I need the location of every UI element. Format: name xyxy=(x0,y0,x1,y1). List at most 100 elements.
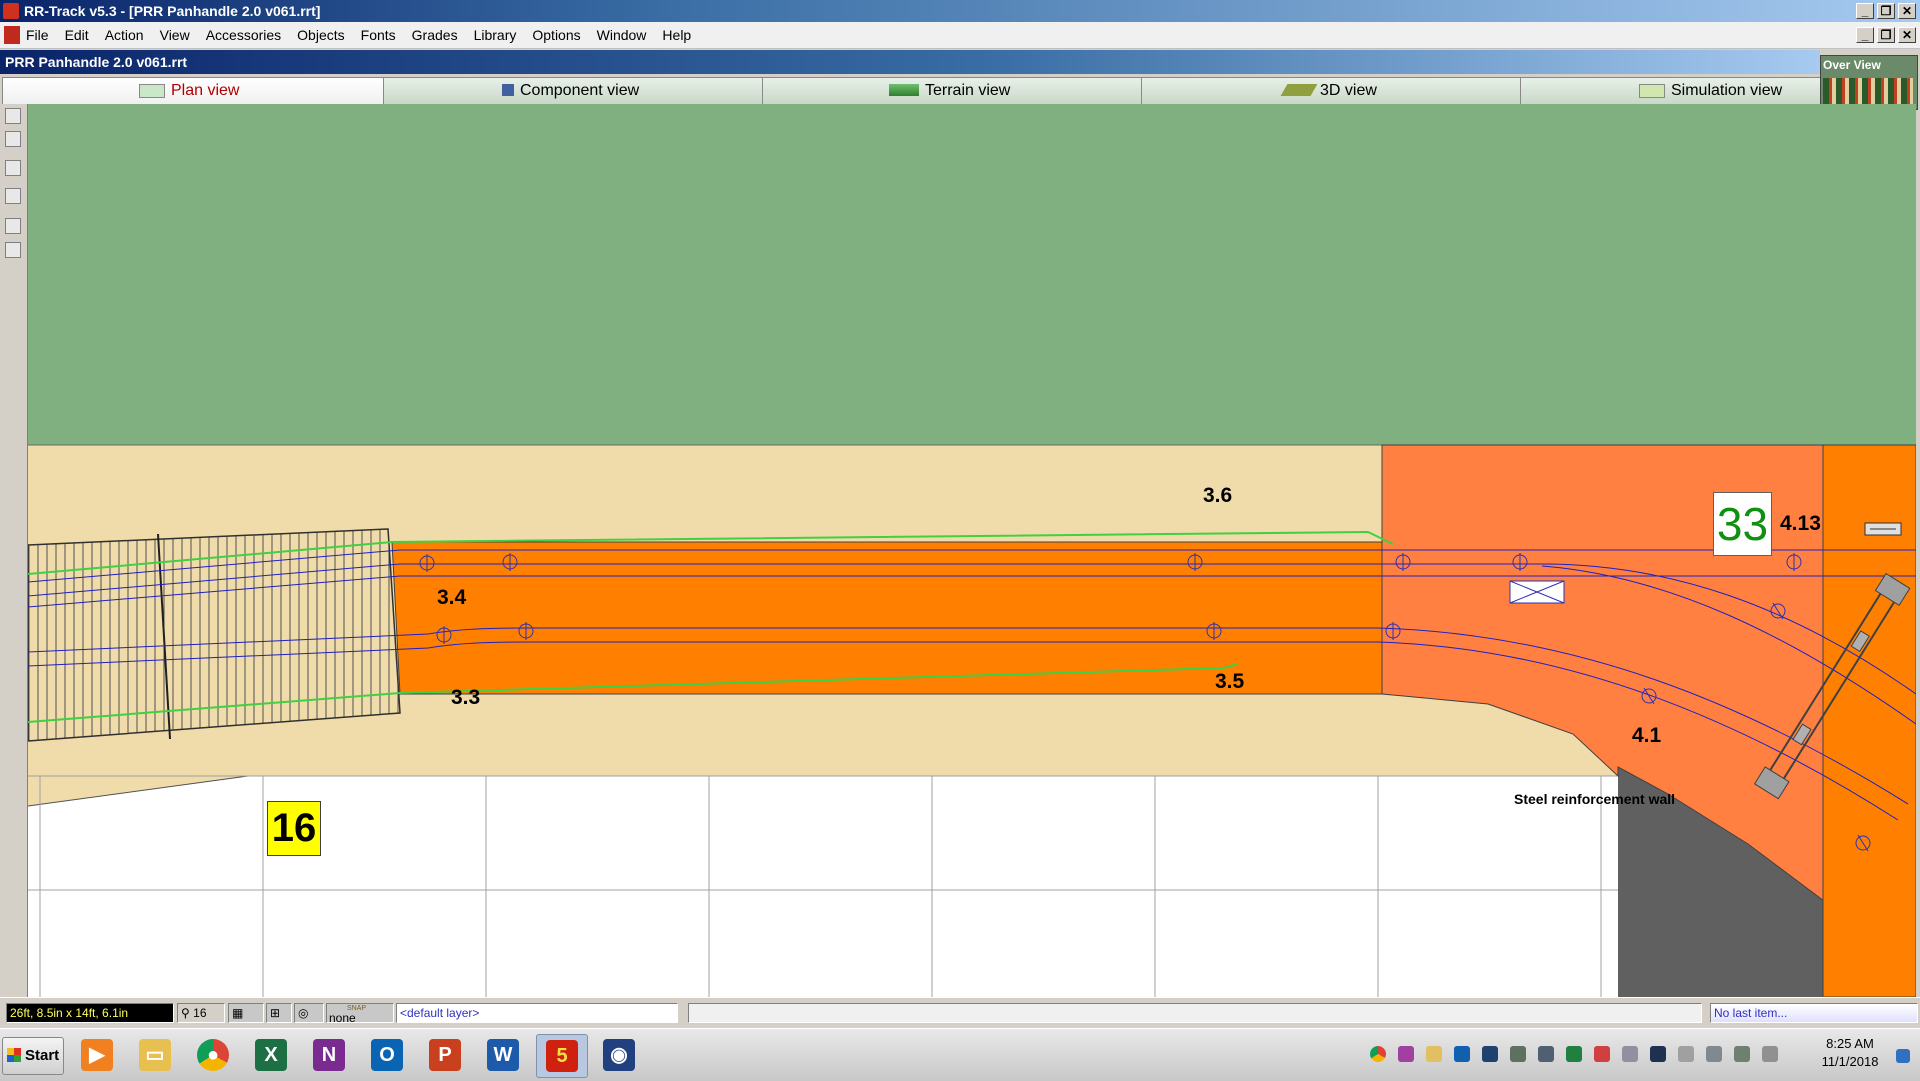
menu-options[interactable]: Options xyxy=(532,27,580,43)
track-label-3-3: 3.3 xyxy=(451,686,481,709)
minimize-button[interactable]: _ xyxy=(1856,3,1874,19)
menu-edit[interactable]: Edit xyxy=(65,27,89,43)
terrain-view-icon xyxy=(889,84,919,96)
overview-panel[interactable]: Over View xyxy=(1820,55,1918,110)
tab-component-view[interactable]: Component view xyxy=(383,77,775,104)
last-item[interactable]: No last item... xyxy=(1710,1003,1918,1023)
taskbar-file-explorer[interactable]: ▭ xyxy=(130,1034,180,1076)
grid-toggle-icon[interactable]: ▦ xyxy=(228,1003,264,1023)
snap-selector[interactable]: SNAP none xyxy=(326,1003,394,1023)
section-number-33[interactable]: 33 xyxy=(1713,492,1772,556)
snap-value: none xyxy=(329,1011,356,1023)
track-label-4-13: 4.13 xyxy=(1780,512,1821,535)
tray-network-icon[interactable] xyxy=(1510,1046,1526,1062)
tray-security-icon[interactable] xyxy=(1594,1046,1610,1062)
simulation-view-icon xyxy=(1639,84,1665,98)
plan-view-icon xyxy=(139,84,165,98)
tray-volume-icon[interactable] xyxy=(1762,1046,1778,1062)
folder-icon: ▭ xyxy=(139,1039,171,1071)
doc-minimize-button[interactable]: _ xyxy=(1856,27,1874,43)
document-icon[interactable] xyxy=(4,26,20,44)
zoom-window-icon[interactable] xyxy=(5,131,21,147)
taskbar-snipping-tool[interactable]: ◉ xyxy=(594,1034,644,1076)
menu-fonts[interactable]: Fonts xyxy=(361,27,396,43)
layout-drawing[interactable] xyxy=(28,104,1916,997)
rr-track-icon: 5 xyxy=(546,1040,578,1072)
excel-icon: X xyxy=(255,1039,287,1071)
tray-onenote-icon[interactable] xyxy=(1398,1046,1414,1062)
taskbar-chrome[interactable]: ● xyxy=(188,1034,238,1076)
restore-button[interactable]: ❐ xyxy=(1877,3,1895,19)
tray-camera-icon[interactable] xyxy=(1482,1046,1498,1062)
document-title: PRR Panhandle 2.0 v061.rrt xyxy=(5,54,188,70)
tray-message-icon[interactable] xyxy=(1622,1046,1638,1062)
tray-outlook-icon[interactable] xyxy=(1454,1046,1470,1062)
taskbar-powerpoint[interactable]: P xyxy=(420,1034,470,1076)
menu-action[interactable]: Action xyxy=(105,27,144,43)
zoom-value: 16 xyxy=(193,1006,207,1020)
track-label-4-1: 4.1 xyxy=(1632,724,1662,747)
zoom-extent-icon[interactable] xyxy=(5,108,21,124)
track-label-3-6: 3.6 xyxy=(1203,484,1233,507)
snap-toggle-icon[interactable]: ⊞ xyxy=(266,1003,292,1023)
taskbar-media-player[interactable]: ▶ xyxy=(72,1034,122,1076)
track-label-3-4: 3.4 xyxy=(437,586,467,609)
tray-wifi-icon[interactable] xyxy=(1734,1046,1750,1062)
layers-icon[interactable] xyxy=(5,218,21,234)
menu-library[interactable]: Library xyxy=(474,27,517,43)
tab-3d-view[interactable]: 3D view xyxy=(1141,77,1533,104)
menu-grades[interactable]: Grades xyxy=(412,27,458,43)
view-tabs: Plan view Component view Terrain view 3D… xyxy=(0,75,1822,104)
clock[interactable]: 8:25 AM 11/1/2018 xyxy=(1810,1035,1890,1071)
taskbar-excel[interactable]: X xyxy=(246,1034,296,1076)
overview-map[interactable] xyxy=(1823,78,1913,106)
doc-close-button[interactable]: ✕ xyxy=(1898,27,1916,43)
document-title-bar: PRR Panhandle 2.0 v061.rrt xyxy=(0,50,1820,74)
section-number-16[interactable]: 16 xyxy=(267,801,321,856)
tray-display-icon[interactable] xyxy=(1650,1046,1666,1062)
menu-window[interactable]: Window xyxy=(597,27,647,43)
menu-accessories[interactable]: Accessories xyxy=(206,27,281,43)
taskbar-word[interactable]: W xyxy=(478,1034,528,1076)
tray-printer-icon[interactable] xyxy=(1706,1046,1722,1062)
menu-bar: File Edit Action View Accessories Object… xyxy=(0,22,1920,49)
window-title-bar: RR-Track v5.3 - [PRR Panhandle 2.0 v061.… xyxy=(0,0,1920,22)
taskbar-rr-track[interactable]: 5 xyxy=(536,1034,588,1078)
rolling-stock xyxy=(1864,522,1902,536)
tray-flag-icon[interactable] xyxy=(1678,1046,1694,1062)
menu-objects[interactable]: Objects xyxy=(297,27,344,43)
app-icon[interactable] xyxy=(3,3,19,19)
powerpoint-icon: P xyxy=(429,1039,461,1071)
menu-file[interactable]: File xyxy=(26,27,49,43)
overview-label: Over View xyxy=(1823,58,1881,72)
print-icon[interactable] xyxy=(5,188,21,204)
word-icon: W xyxy=(487,1039,519,1071)
menu-help[interactable]: Help xyxy=(662,27,691,43)
plan-canvas[interactable]: 3.6 3.4 3.3 3.5 4.13 4.1 33 16 Steel rei… xyxy=(28,104,1916,997)
doc-restore-button[interactable]: ❐ xyxy=(1877,27,1895,43)
left-toolbar xyxy=(0,104,28,1004)
tray-chrome-icon[interactable] xyxy=(1370,1046,1386,1062)
taskbar-outlook[interactable]: O xyxy=(362,1034,412,1076)
tab-terrain-view[interactable]: Terrain view xyxy=(762,77,1154,104)
tray-folder-icon[interactable] xyxy=(1426,1046,1442,1062)
rubberband-icon[interactable]: ◎ xyxy=(294,1003,324,1023)
tab-plan-view[interactable]: Plan view xyxy=(2,77,396,104)
layer-selector[interactable]: <default layer> xyxy=(396,1003,678,1023)
bridge-section xyxy=(28,528,401,742)
media-player-icon: ▶ xyxy=(81,1039,113,1071)
show-desktop-icon[interactable] xyxy=(1896,1049,1910,1063)
taskbar-onenote[interactable]: N xyxy=(304,1034,354,1076)
grade-chart-icon[interactable] xyxy=(5,242,21,258)
tab-simulation-view[interactable]: Simulation view xyxy=(1520,77,1822,104)
close-button[interactable]: ✕ xyxy=(1898,3,1916,19)
menu-view[interactable]: View xyxy=(160,27,190,43)
zoom-in-icon[interactable] xyxy=(5,160,21,176)
zoom-readout[interactable]: ⚲ 16 xyxy=(177,1003,225,1023)
tray-excel-icon[interactable] xyxy=(1566,1046,1582,1062)
annotation-steel-wall: Steel reinforcement wall xyxy=(1514,791,1676,807)
tray-sync-icon[interactable] xyxy=(1538,1046,1554,1062)
start-button[interactable]: Start xyxy=(2,1037,64,1075)
binoculars-icon: ⚲ xyxy=(181,1006,190,1020)
3d-view-icon xyxy=(1280,84,1318,96)
